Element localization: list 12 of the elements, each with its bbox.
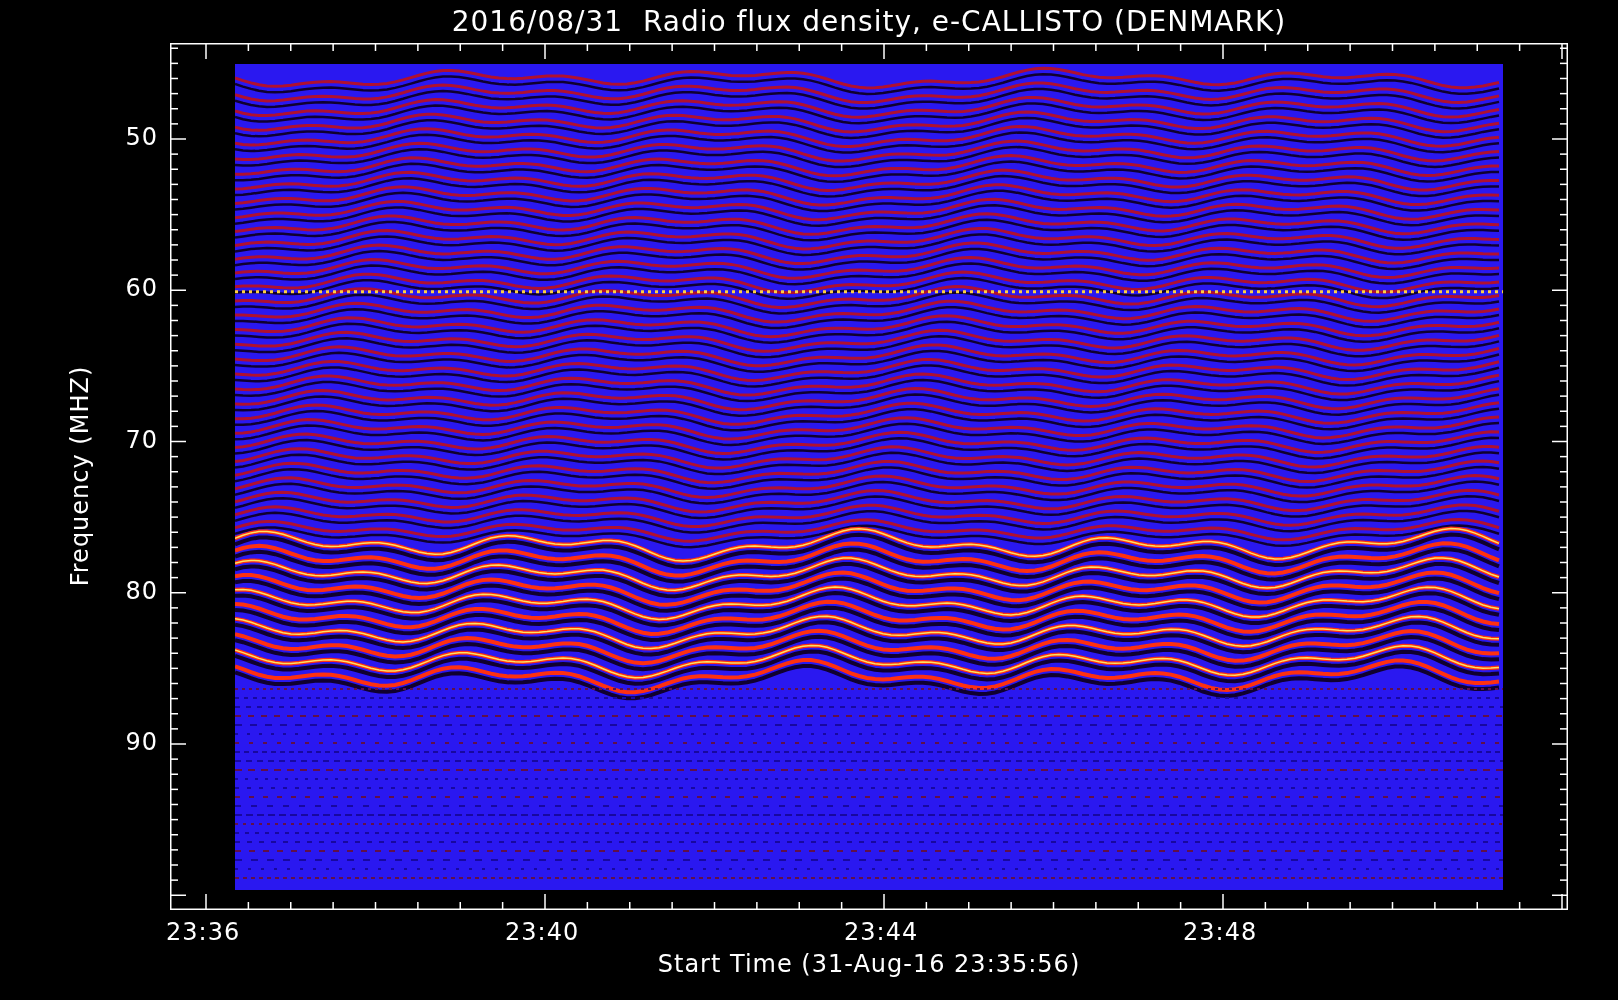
x-tick-label: 23:48	[1183, 918, 1258, 946]
y-axis-label: Frequency (MHZ)	[66, 365, 94, 587]
y-tick-label: 60	[125, 274, 158, 303]
y-tick-label: 70	[125, 425, 158, 454]
chart-title: 2016/08/31 Radio flux density, e-CALLISTO (DENMARK)	[451, 5, 1287, 38]
x-axis-label: Start Time (31-Aug-16 23:35:56)	[657, 950, 1081, 978]
x-tick-label: 23:44	[844, 918, 919, 946]
y-tick-label: 90	[125, 728, 158, 756]
y-tick-label: 80	[125, 576, 158, 605]
x-tick-label: 23:36	[166, 918, 241, 946]
y-tick-label: 50	[125, 123, 158, 151]
x-tick-label: 23:40	[505, 918, 580, 946]
